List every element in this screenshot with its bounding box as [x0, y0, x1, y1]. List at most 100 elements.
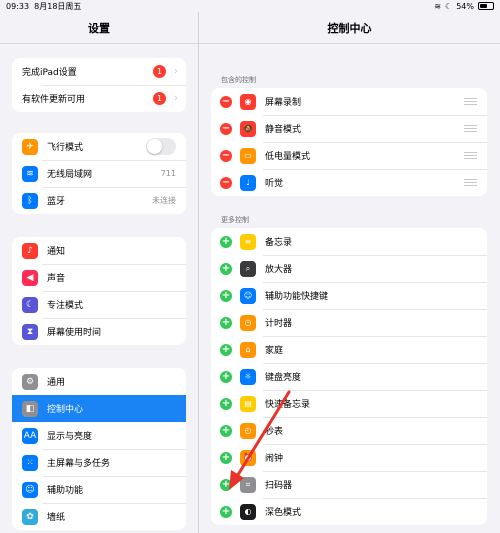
notification-badge: 1	[153, 92, 166, 105]
sidebar-item-label: 完成iPad设置	[22, 68, 77, 78]
sidebar-item-label: 飞行模式	[47, 143, 84, 153]
control-label: 听觉	[265, 179, 284, 189]
moon-icon: ☾	[22, 296, 38, 313]
general-group: ⚙ 通用 ◧ 控制中心 AA 显示与亮度 ⁙ 主屏幕与多任务 ☺ 辅助功能 ✿ 墙纸	[12, 368, 186, 530]
add-icon[interactable]: +	[220, 343, 232, 356]
sidebar-item-group4-5[interactable]: ✿ 墙纸	[12, 503, 186, 530]
quick-note-icon: ▤	[240, 395, 256, 412]
control-label: 家庭	[265, 346, 284, 356]
remove-icon[interactable]: −	[220, 95, 232, 108]
remove-icon[interactable]: −	[220, 122, 232, 135]
sidebar-item-setup-1[interactable]: 有软件更新可用 1 ›	[12, 85, 186, 112]
wifi-icon: ≋	[22, 165, 38, 182]
control-row-more-6: + ▤ 快速备忘录	[211, 390, 487, 417]
control-row-more-8: + ⏰ 闹钟	[211, 444, 487, 471]
sidebar-item-label: 声音	[47, 274, 66, 284]
control-label: 备忘录	[265, 238, 293, 248]
bluetooth-icon: ᛒ	[22, 192, 38, 209]
accessibility-shortcut-icon: ☺	[240, 287, 256, 304]
control-label: 秒表	[265, 427, 284, 437]
sidebar-item-label: 通用	[47, 378, 66, 388]
control-label: 深色模式	[265, 508, 302, 518]
control-label: 计时器	[265, 319, 293, 329]
add-icon[interactable]: +	[220, 505, 232, 518]
remove-icon[interactable]: −	[220, 176, 232, 189]
add-icon[interactable]: +	[220, 478, 232, 491]
sidebar-item-group2-2[interactable]: ᛒ 蓝牙 未连接	[12, 187, 186, 214]
sidebar-item-group4-0[interactable]: ⚙ 通用	[12, 368, 186, 395]
control-row-more-4: + ⌂ 家庭	[211, 336, 487, 363]
hourglass-icon: ⧗	[22, 323, 38, 340]
sidebar-item-group4-4[interactable]: ☺ 辅助功能	[12, 476, 186, 503]
sidebar-item-label: 主屏幕与多任务	[47, 459, 111, 469]
switches-icon: ◧	[22, 400, 38, 417]
sidebar-item-value: 未连接	[152, 196, 176, 205]
sidebar-item-group3-2[interactable]: ☾ 专注模式	[12, 291, 186, 318]
stopwatch-icon: ◴	[240, 422, 256, 439]
control-label: 快速备忘录	[265, 400, 311, 410]
bell-slash-icon: 🔕	[240, 120, 256, 137]
control-label: 键盘亮度	[265, 373, 302, 383]
page-title: 控制中心	[199, 12, 500, 44]
remove-icon[interactable]: −	[220, 149, 232, 162]
sidebar-item-setup-0[interactable]: 完成iPad设置 1 ›	[12, 58, 186, 85]
add-icon[interactable]: +	[220, 262, 232, 275]
control-label: 放大器	[265, 265, 293, 275]
notification-badge: 1	[153, 65, 166, 78]
control-row-included-0: − ◉ 屏幕录制	[211, 88, 487, 115]
reorder-handle-icon[interactable]	[464, 179, 477, 186]
add-icon[interactable]: +	[220, 289, 232, 302]
add-icon[interactable]: +	[220, 370, 232, 383]
included-controls-list: − ◉ 屏幕录制 − 🔕 静音模式 − ▭ 低电量模式 − ♩ 听觉	[211, 88, 487, 196]
more-controls-header: 更多控制	[221, 216, 249, 224]
battery-icon: ▭	[240, 147, 256, 164]
control-row-included-1: − 🔕 静音模式	[211, 115, 487, 142]
add-icon[interactable]: +	[220, 235, 232, 248]
sidebar-item-label: 墙纸	[47, 513, 66, 523]
timer-icon: ◷	[240, 314, 256, 331]
sidebar-item-group2-1[interactable]: ≋ 无线局域网 711	[12, 160, 186, 187]
keyboard-brightness-icon: ☼	[240, 368, 256, 385]
dark-mode-icon: ◐	[240, 503, 256, 520]
control-row-included-2: − ▭ 低电量模式	[211, 142, 487, 169]
sidebar-item-group3-3[interactable]: ⧗ 屏幕使用时间	[12, 318, 186, 345]
add-icon[interactable]: +	[220, 424, 232, 437]
status-time-date: 09:33 8月18日周五	[6, 1, 82, 11]
sidebar-item-label: 蓝牙	[47, 197, 66, 207]
sidebar-item-label: 有软件更新可用	[22, 95, 86, 105]
sidebar-item-group3-1[interactable]: ◀ 声音	[12, 264, 186, 291]
record-icon: ◉	[240, 93, 256, 110]
add-icon[interactable]: +	[220, 451, 232, 464]
accessibility-icon: ☺	[22, 481, 38, 498]
reorder-handle-icon[interactable]	[464, 125, 477, 132]
connectivity-group: ✈ 飞行模式 ≋ 无线局域网 711 ᛒ 蓝牙 未连接	[12, 133, 186, 214]
magnifier-icon: ⌕	[240, 260, 256, 277]
sidebar-item-group3-0[interactable]: ♪ 通知	[12, 237, 186, 264]
control-center-pane: 控制中心 包含的控制 − ◉ 屏幕录制 − 🔕 静音模式 − ▭ 低电量模式 − ♩ 听觉 更多控制 …	[199, 12, 500, 533]
control-row-more-1: + ⌕ 放大器	[211, 255, 487, 282]
flower-icon: ✿	[22, 508, 38, 525]
sidebar-item-label: 辅助功能	[47, 486, 84, 496]
control-label: 辅助功能快捷键	[265, 292, 329, 302]
setup-group: 完成iPad设置 1 › 有软件更新可用 1 ›	[12, 58, 186, 112]
control-row-included-3: − ♩ 听觉	[211, 169, 487, 196]
notes-icon: ≡	[240, 233, 256, 250]
airplane-mode-toggle[interactable]	[146, 138, 176, 155]
reorder-handle-icon[interactable]	[464, 152, 477, 159]
sidebar-item-group4-1[interactable]: ◧ 控制中心	[12, 395, 186, 422]
bell-icon: ♪	[22, 242, 38, 259]
alarm-icon: ⏰	[240, 449, 256, 466]
status-bar: 09:33 8月18日周五 ≋ ☾ 54%	[0, 0, 500, 12]
add-icon[interactable]: +	[220, 316, 232, 329]
control-label: 屏幕录制	[265, 98, 302, 108]
add-icon[interactable]: +	[220, 397, 232, 410]
sidebar-item-group2-0[interactable]: ✈ 飞行模式	[12, 133, 186, 160]
toggle-knob	[147, 139, 162, 154]
control-row-more-7: + ◴ 秒表	[211, 417, 487, 444]
reorder-handle-icon[interactable]	[464, 98, 477, 105]
sidebar-item-group4-3[interactable]: ⁙ 主屏幕与多任务	[12, 449, 186, 476]
sidebar-item-label: 通知	[47, 247, 66, 257]
sidebar-item-group4-2[interactable]: AA 显示与亮度	[12, 422, 186, 449]
chevron-right-icon: ›	[174, 66, 178, 77]
moon-status-icon: ☾	[445, 1, 453, 11]
